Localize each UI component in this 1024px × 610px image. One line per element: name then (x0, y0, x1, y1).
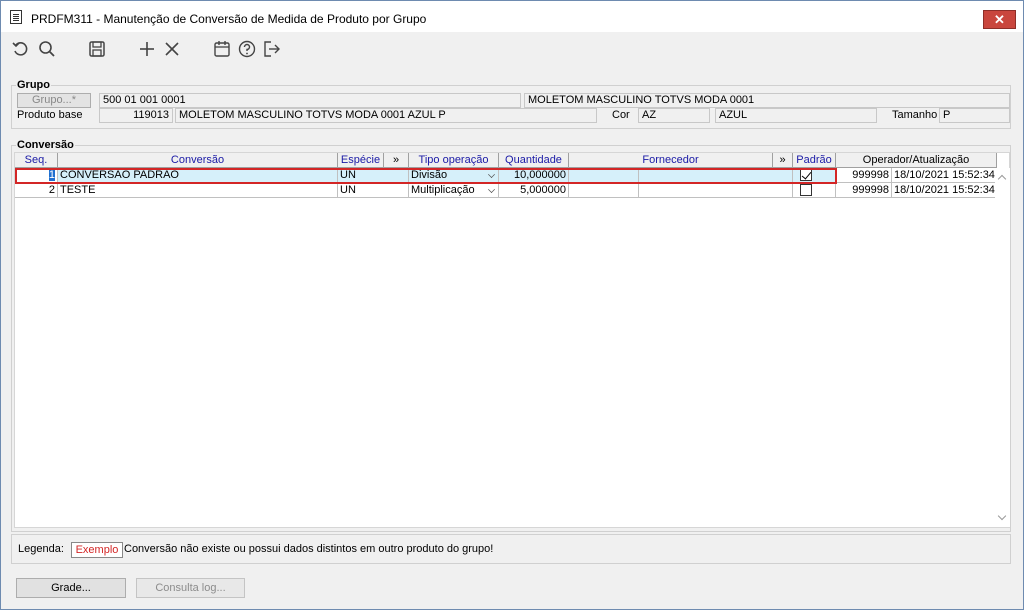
cell-quantidade[interactable]: 10,000000 (499, 168, 569, 183)
scroll-down-icon[interactable] (997, 511, 1007, 521)
produto-desc-field: MOLETOM MASCULINO TOTVS MODA 0001 AZUL P (175, 108, 597, 123)
grupo-desc-field: MOLETOM MASCULINO TOTVS MODA 0001 (524, 93, 1010, 108)
title-bar: PRDFM311 - Manutenção de Conversão de Me… (1, 1, 1023, 32)
col-header-quantidade[interactable]: Quantidade (499, 153, 569, 168)
app-window: PRDFM311 - Manutenção de Conversão de Me… (0, 0, 1024, 610)
save-icon[interactable] (87, 39, 107, 59)
cell-especie[interactable]: UN (338, 168, 409, 183)
cor-code-field: AZ (638, 108, 710, 123)
col-header-operador[interactable]: Operador/Atualização (836, 153, 997, 168)
legend-example: Exemplo (71, 542, 123, 558)
conversao-grid[interactable]: Seq. Conversão Espécie » Tipo operação Q… (14, 152, 1010, 528)
cell-fornecedor-code[interactable] (569, 168, 639, 183)
cell-padrao[interactable] (793, 168, 836, 183)
legend-text: Conversão não existe ou possui dados dis… (124, 543, 494, 555)
help-icon[interactable] (237, 39, 257, 59)
produto-base-label: Produto base (17, 109, 83, 121)
cell-conversao[interactable]: CONVERSAO PADRAO (58, 168, 338, 183)
window-title: PRDFM311 - Manutenção de Conversão de Me… (31, 12, 427, 26)
col-header-fornecedor[interactable]: Fornecedor (569, 153, 773, 168)
document-icon (10, 10, 22, 24)
col-header-seq[interactable]: Seq. (15, 153, 58, 168)
search-icon[interactable] (37, 39, 57, 59)
chevron-down-icon[interactable] (488, 171, 495, 178)
cell-tipo-operacao[interactable]: Multiplicação (409, 183, 499, 198)
cell-quantidade[interactable]: 5,000000 (499, 183, 569, 198)
cell-fornecedor-code[interactable] (569, 183, 639, 198)
consulta-log-button[interactable]: Consulta log... (136, 578, 245, 598)
padrao-checkbox[interactable] (800, 169, 812, 181)
cell-seq[interactable]: 1 (15, 168, 58, 183)
close-button[interactable]: ✕ (983, 10, 1016, 29)
vertical-scrollbar[interactable] (995, 168, 1010, 527)
col-header-tipo-operacao[interactable]: Tipo operação (409, 153, 499, 168)
col-header-especie[interactable]: Espécie (338, 153, 384, 168)
grupo-code-field[interactable]: 500 01 001 0001 (99, 93, 521, 108)
cor-desc-field: AZUL (715, 108, 877, 123)
cell-conversao[interactable]: TESTE (58, 183, 338, 198)
cell-atualizacao: 18/10/2021 15:52:34 (892, 183, 997, 198)
toolbar (1, 33, 1023, 65)
cell-fornecedor-desc (639, 183, 793, 198)
cell-especie[interactable]: UN (338, 183, 409, 198)
conversao-section-label: Conversão (16, 139, 75, 151)
cell-operador: 999998 (836, 183, 892, 198)
cell-seq[interactable]: 2 (15, 183, 58, 198)
exit-icon[interactable] (262, 39, 282, 59)
legend-bar: Legenda: Exemplo Conversão não existe ou… (11, 534, 1011, 564)
scroll-up-icon[interactable] (997, 174, 1007, 184)
col-header-more-especie[interactable]: » (384, 153, 409, 168)
col-header-padrao[interactable]: Padrão (793, 153, 836, 168)
col-header-conversao[interactable]: Conversão (58, 153, 338, 168)
delete-icon[interactable] (162, 39, 182, 59)
undo-icon[interactable] (11, 39, 31, 59)
cell-atualizacao: 18/10/2021 15:52:34 (892, 168, 997, 183)
col-header-more-fornecedor[interactable]: » (773, 153, 793, 168)
add-icon[interactable] (137, 39, 157, 59)
tamanho-label: Tamanho (892, 109, 938, 121)
cell-fornecedor-desc (639, 168, 793, 183)
legend-label: Legenda: (18, 543, 64, 555)
tamanho-field: P (939, 108, 1010, 123)
cell-operador: 999998 (836, 168, 892, 183)
padrao-checkbox[interactable] (800, 184, 812, 196)
cell-tipo-operacao[interactable]: Divisão (409, 168, 499, 183)
chevron-down-icon[interactable] (488, 186, 495, 193)
produto-code-field[interactable]: 119013 (99, 108, 173, 123)
cor-label: Cor (612, 109, 630, 121)
calendar-icon[interactable] (212, 39, 232, 59)
grade-button[interactable]: Grade... (16, 578, 126, 598)
cell-padrao[interactable] (793, 183, 836, 198)
grupo-section-label: Grupo (16, 79, 51, 91)
grupo-button[interactable]: Grupo...* (17, 93, 91, 108)
